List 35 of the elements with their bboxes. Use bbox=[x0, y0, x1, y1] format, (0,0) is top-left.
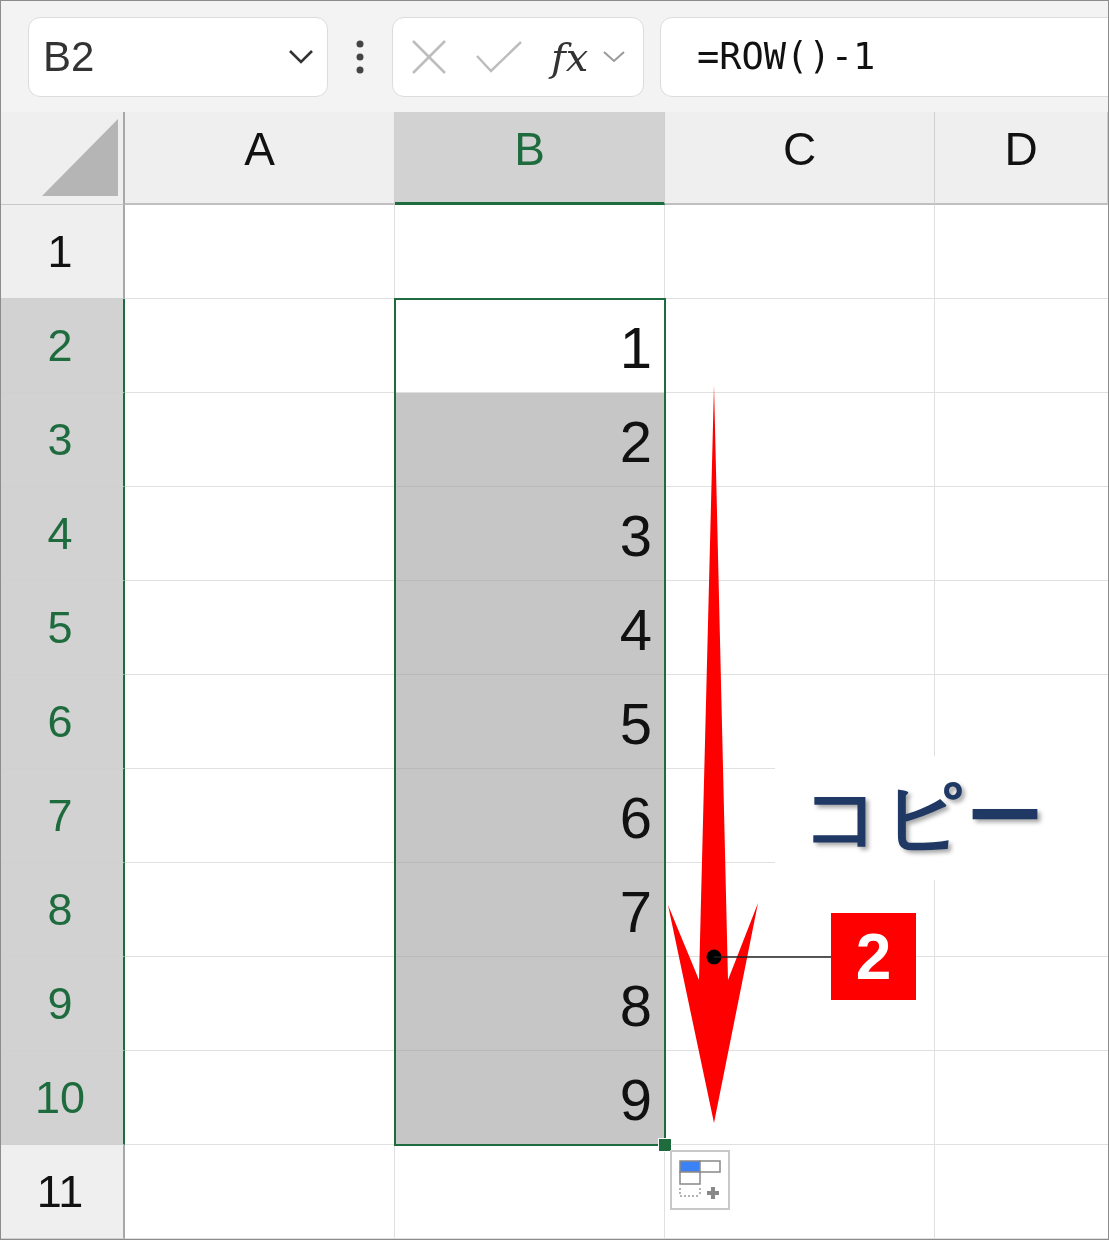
spreadsheet-cell[interactable]: 6 bbox=[395, 769, 665, 863]
row-header[interactable]: 5 bbox=[1, 581, 125, 675]
row-header[interactable]: 2 bbox=[1, 299, 125, 393]
column-header[interactable]: A bbox=[125, 112, 395, 205]
spreadsheet-cell[interactable]: 5 bbox=[395, 675, 665, 769]
spreadsheet-cell[interactable]: 9 bbox=[395, 1051, 665, 1145]
cancel-icon[interactable] bbox=[411, 38, 447, 75]
auto-fill-options-button[interactable] bbox=[670, 1150, 730, 1210]
row-header[interactable]: 4 bbox=[1, 487, 125, 581]
fill-handle[interactable] bbox=[658, 1138, 672, 1152]
row-header[interactable]: 7 bbox=[1, 769, 125, 863]
spreadsheet-cell[interactable]: 7 bbox=[395, 863, 665, 957]
step-number-marker: 2 bbox=[831, 913, 916, 1000]
spreadsheet-cell[interactable]: 3 bbox=[395, 487, 665, 581]
row-header[interactable]: 11 bbox=[1, 1145, 125, 1239]
spreadsheet-cell[interactable]: 8 bbox=[395, 957, 665, 1051]
column-header[interactable]: D bbox=[935, 112, 1108, 205]
triangle-icon bbox=[42, 119, 118, 196]
column-header[interactable]: B bbox=[395, 112, 665, 205]
formula-field[interactable]: =ROW()-1 bbox=[660, 16, 1108, 97]
row-header[interactable]: 6 bbox=[1, 675, 125, 769]
row-header[interactable]: 9 bbox=[1, 957, 125, 1051]
table-plus-icon[interactable] bbox=[679, 1160, 721, 1200]
row-header[interactable]: 8 bbox=[1, 863, 125, 957]
name-box[interactable]: B2 bbox=[28, 16, 328, 97]
more-icon[interactable] bbox=[356, 39, 364, 74]
annotation-label: コピー bbox=[775, 756, 1108, 880]
check-icon[interactable] bbox=[475, 39, 523, 74]
row-header[interactable]: 10 bbox=[1, 1051, 125, 1145]
row-header[interactable]: 3 bbox=[1, 393, 125, 487]
spreadsheet-cell[interactable]: 2 bbox=[395, 393, 665, 487]
chevron-down-icon[interactable] bbox=[288, 49, 314, 64]
row-header[interactable]: 1 bbox=[1, 205, 125, 299]
column-header[interactable]: C bbox=[665, 112, 935, 205]
spreadsheet-cell[interactable]: 4 bbox=[395, 581, 665, 675]
